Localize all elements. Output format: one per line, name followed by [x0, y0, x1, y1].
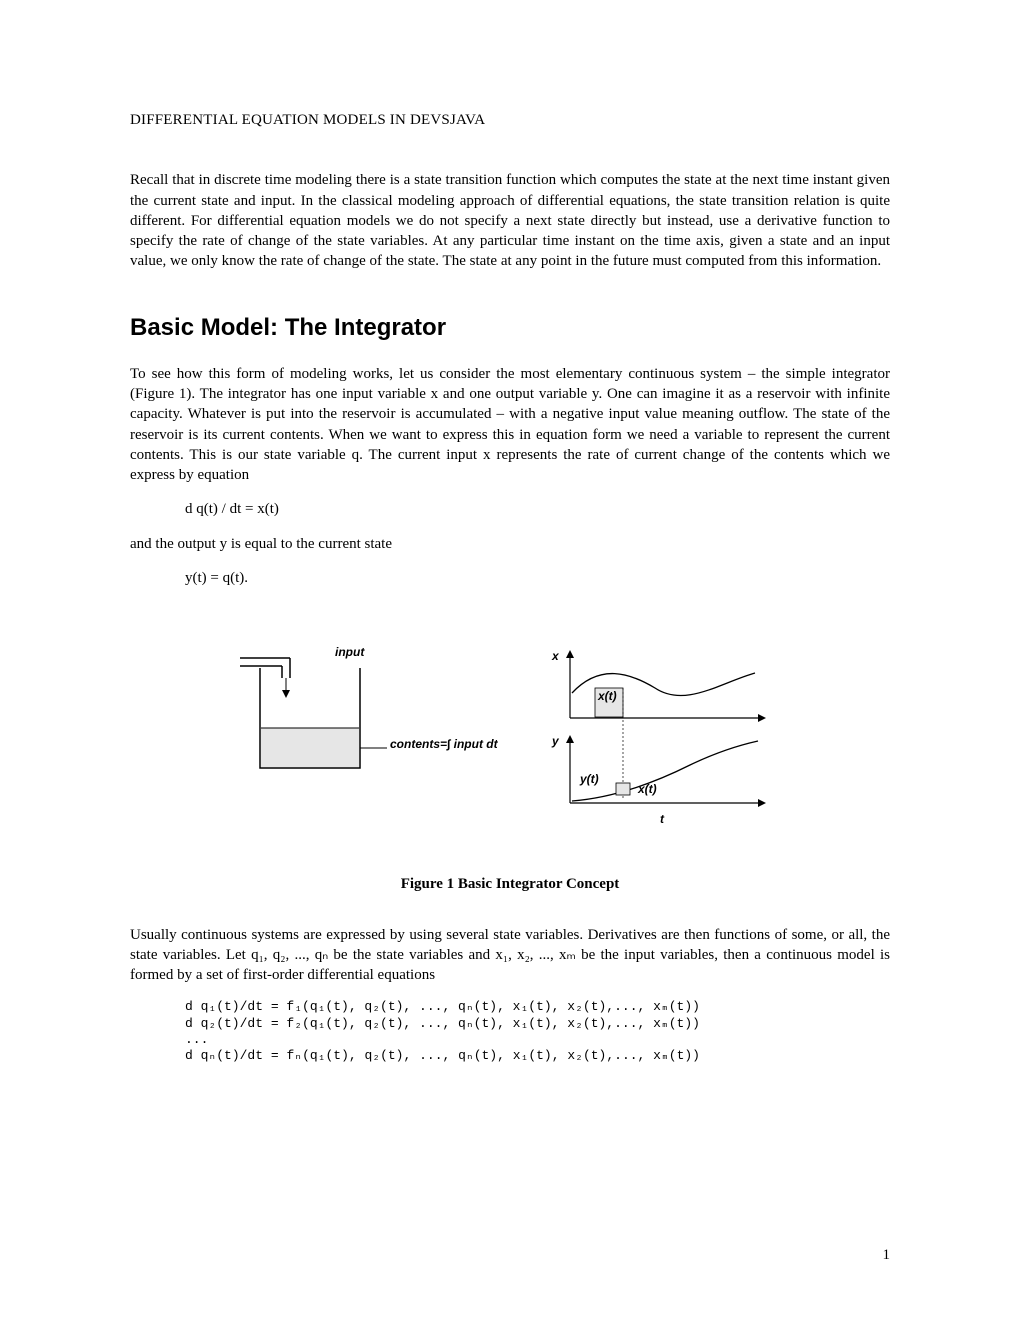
section-paragraph: To see how this form of modeling works, … [130, 364, 890, 486]
document-page: DIFFERENTIAL EQUATION MODELS IN DEVSJAVA… [0, 0, 1020, 1320]
section-heading: Basic Model: The Integrator [130, 312, 890, 344]
axis-label-y: y [551, 734, 560, 748]
axis-label-t: t [660, 812, 665, 826]
document-title: DIFFERENTIAL EQUATION MODELS IN DEVSJAVA [130, 110, 890, 130]
usually-paragraph: Usually continuous systems are expressed… [130, 925, 890, 986]
label-input: input [335, 645, 365, 659]
figure-1: input contents=∫ input dt x [130, 638, 890, 895]
intro-paragraph: Recall that in discrete time modeling th… [130, 170, 890, 271]
equation-system-block: d q₁(t)/dt = f₁(q₁(t), q₂(t), ..., qₙ(t)… [185, 999, 890, 1064]
figure-svg: input contents=∫ input dt x [220, 638, 800, 848]
figure-caption: Figure 1 Basic Integrator Concept [130, 874, 890, 894]
equation-dq-dt: d q(t) / dt = x(t) [185, 499, 890, 519]
bridge-text: and the output y is equal to the current… [130, 534, 890, 554]
reservoir-diagram: input contents=∫ input dt [240, 645, 499, 768]
label-xt-bottom: x(t) [637, 782, 657, 796]
equation-y-q: y(t) = q(t). [185, 568, 890, 588]
label-xt-top: x(t) [597, 689, 617, 703]
page-number: 1 [883, 1245, 891, 1265]
label-yt: y(t) [579, 772, 599, 786]
signal-plots: x x(t) y [551, 649, 766, 826]
label-contents: contents=∫ input dt [390, 737, 499, 751]
axis-label-x: x [551, 649, 560, 663]
